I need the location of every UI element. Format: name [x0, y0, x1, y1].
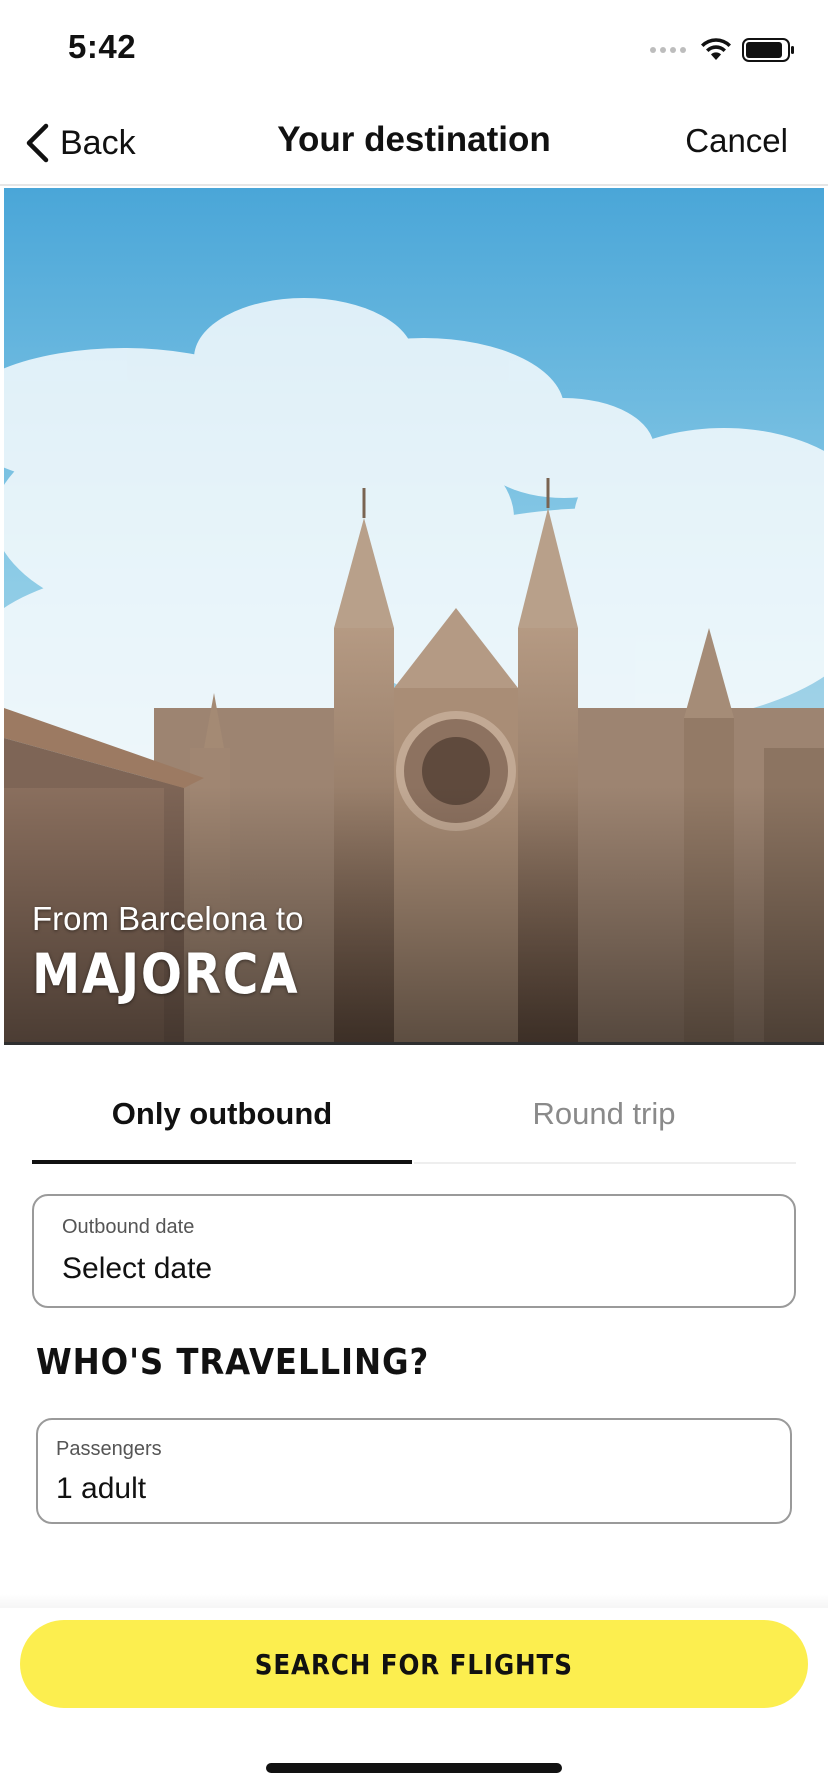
search-flights-button[interactable]: SEARCH FOR FLIGHTS [20, 1620, 808, 1708]
status-icons [650, 36, 796, 64]
travellers-heading: WHO'S TRAVELLING? [36, 1342, 430, 1383]
passengers-field[interactable]: Passengers 1 adult [36, 1418, 792, 1524]
nav-divider [0, 184, 828, 186]
destination-hero-image: From Barcelona to MAJORCA [4, 188, 824, 1045]
passengers-value: 1 adult [56, 1472, 147, 1505]
status-bar: 5:42 [0, 0, 828, 100]
passengers-label: Passengers [56, 1438, 162, 1460]
footer-divider [0, 1594, 828, 1608]
navigation-bar: Back Your destination Cancel [0, 100, 828, 186]
outbound-date-value: Select date [62, 1252, 213, 1285]
home-indicator [266, 1763, 562, 1773]
hero-origin-text: From Barcelona to [32, 900, 304, 937]
tabs-divider [414, 1162, 796, 1164]
cellular-signal-icon [650, 47, 686, 53]
outbound-date-label: Outbound date [62, 1216, 195, 1238]
wifi-icon [701, 38, 731, 60]
tab-only-outbound[interactable]: Only outbound [32, 1088, 412, 1164]
outbound-date-field[interactable]: Outbound date Select date [32, 1194, 796, 1308]
tab-round-trip[interactable]: Round trip [414, 1088, 794, 1160]
chevron-left-icon [26, 123, 49, 163]
back-button[interactable]: Back [24, 120, 136, 166]
search-flights-label: SEARCH FOR FLIGHTS [254, 1647, 574, 1681]
cancel-button[interactable]: Cancel [685, 122, 788, 160]
trip-type-tabs: Only outbound Round trip [32, 1088, 796, 1164]
status-time: 5:42 [68, 28, 137, 65]
hero-destination-city: MAJORCA [32, 942, 300, 1006]
battery-icon [742, 38, 794, 62]
back-label: Back [60, 123, 136, 162]
